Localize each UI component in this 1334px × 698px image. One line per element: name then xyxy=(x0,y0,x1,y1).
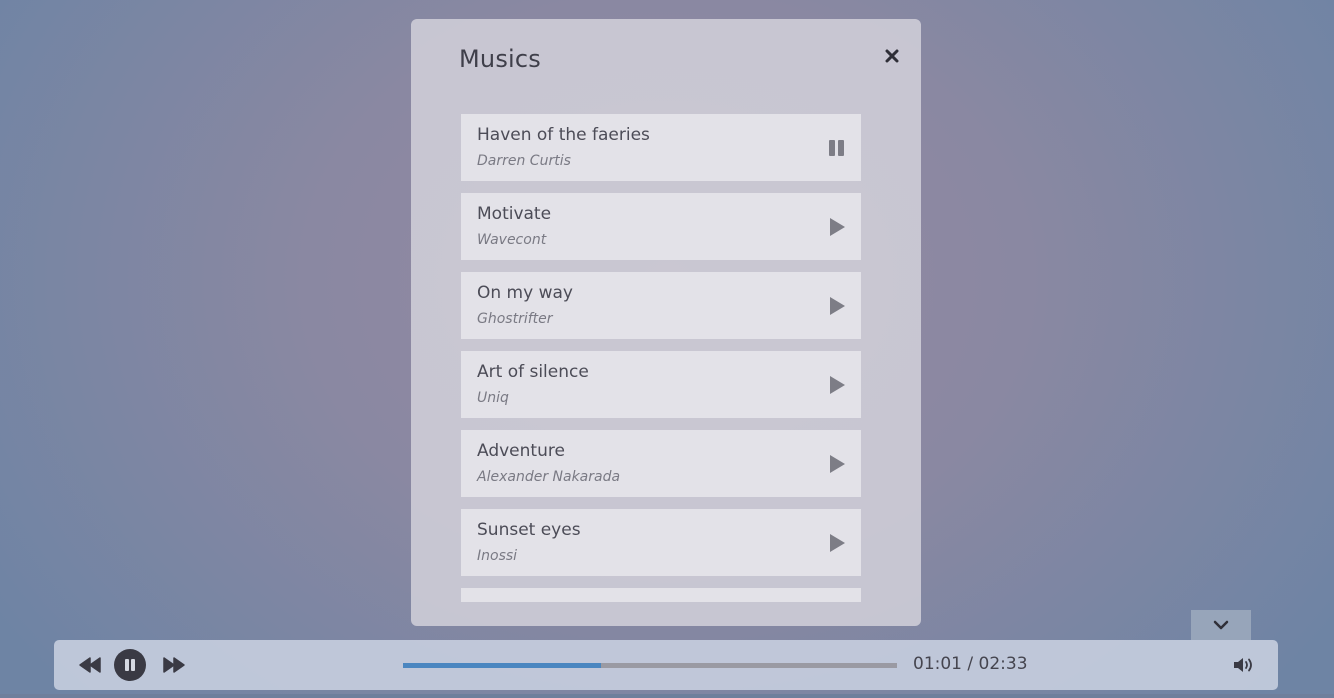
close-icon xyxy=(885,49,899,63)
collapse-player-button[interactable] xyxy=(1191,610,1251,640)
bottom-strip xyxy=(0,694,1334,698)
track-title: Motivate xyxy=(477,204,552,224)
track-artist: Wavecont xyxy=(477,232,547,248)
play-icon[interactable] xyxy=(827,453,847,475)
track-item[interactable]: Sunset eyes Inossi xyxy=(461,509,861,576)
music-modal: Musics Haven of the faeries Darren Curti… xyxy=(411,19,921,626)
progress-bar-fill xyxy=(403,663,601,668)
modal-title: Musics xyxy=(459,45,541,73)
track-title: Haven of the faeries xyxy=(477,125,650,145)
player-bar: 01:01 / 02:33 xyxy=(54,640,1278,690)
fast-forward-icon[interactable] xyxy=(162,656,186,674)
track-title: Art of silence xyxy=(477,362,589,382)
track-artist: Alexander Nakarada xyxy=(477,469,621,485)
play-icon[interactable] xyxy=(827,374,847,396)
time-display: 01:01 / 02:33 xyxy=(913,654,1028,674)
pause-icon[interactable] xyxy=(827,137,847,159)
duration: 02:33 xyxy=(978,654,1028,674)
play-icon[interactable] xyxy=(827,532,847,554)
track-list: Haven of the faeries Darren Curtis Motiv… xyxy=(461,114,861,602)
track-item[interactable]: Motivate Wavecont xyxy=(461,193,861,260)
track-item[interactable]: On my way Ghostrifter xyxy=(461,272,861,339)
pause-icon xyxy=(125,659,135,671)
track-item[interactable]: Art of silence Uniq xyxy=(461,351,861,418)
track-title: On my way xyxy=(477,283,573,303)
track-artist: Ghostrifter xyxy=(477,311,553,327)
play-icon[interactable] xyxy=(827,295,847,317)
track-artist: Uniq xyxy=(477,390,509,406)
track-list-viewport[interactable]: Haven of the faeries Darren Curtis Motiv… xyxy=(461,102,911,602)
track-artist: Inossi xyxy=(477,548,518,564)
track-title: Sunset eyes xyxy=(477,520,581,540)
volume-icon[interactable] xyxy=(1232,655,1256,675)
chevron-down-icon xyxy=(1213,620,1229,630)
rewind-icon[interactable] xyxy=(78,656,102,674)
play-icon[interactable] xyxy=(827,216,847,238)
pause-button[interactable] xyxy=(114,649,146,681)
time-separator: / xyxy=(967,654,974,674)
current-time: 01:01 xyxy=(913,654,962,674)
track-title: Adventure xyxy=(477,441,565,461)
close-button[interactable] xyxy=(881,45,903,67)
progress-bar[interactable] xyxy=(403,663,897,668)
track-artist: Darren Curtis xyxy=(477,153,571,169)
track-item[interactable]: Haven of the faeries Darren Curtis xyxy=(461,114,861,181)
track-item-partial[interactable] xyxy=(461,588,861,602)
track-item[interactable]: Adventure Alexander Nakarada xyxy=(461,430,861,497)
